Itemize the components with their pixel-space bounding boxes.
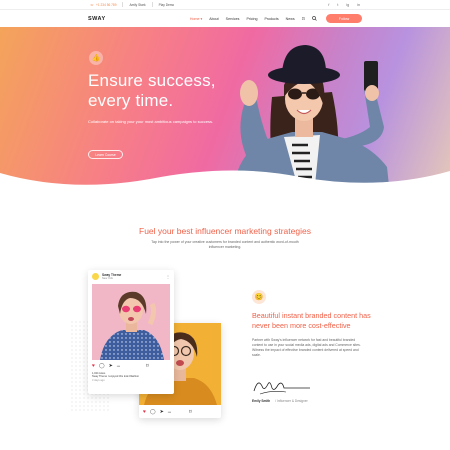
- hero-subtitle: Collaborate on taking your your most amb…: [88, 119, 214, 124]
- bookmark-icon[interactable]: ⌑: [189, 409, 192, 415]
- nav-item-about[interactable]: About: [209, 17, 218, 21]
- post-header: Sway Theme New York ⋮: [88, 270, 174, 283]
- nav-item-pricing[interactable]: Pricing: [246, 17, 257, 21]
- content-title: Beautiful instant branded content has ne…: [252, 311, 371, 330]
- post-1-actions: ♥ ◯ ➤ ••• ⌑: [92, 363, 149, 369]
- avatar[interactable]: [92, 273, 99, 280]
- author: Emily Smith / Influencer & Designer: [252, 399, 308, 403]
- thumbs-up-icon: 👍: [89, 51, 103, 65]
- top-bar: ☏ +1 234 56 789 Amily Stark Play Demo f …: [0, 0, 450, 9]
- separator: [122, 2, 124, 7]
- phone-number[interactable]: ☏ +1 234 56 789: [90, 3, 116, 7]
- share-icon[interactable]: ➤: [109, 363, 113, 369]
- comment-icon[interactable]: ◯: [99, 363, 105, 369]
- social-links: f t ig in: [328, 3, 360, 7]
- author-role: / Influencer & Designer: [275, 399, 308, 403]
- heart-icon[interactable]: ♥: [92, 363, 95, 369]
- post-time: 3 days ago: [92, 378, 105, 382]
- topbar-link-1[interactable]: Amily Stark: [129, 3, 145, 7]
- post-1-meta: 1,024 Likes Sway Theme I enjoyed this lo…: [92, 372, 170, 382]
- post-1-image: [92, 284, 170, 360]
- hero-section: 👍 Ensure success, every time. Collaborat…: [0, 27, 450, 195]
- section-title: Fuel your best influencer marketing stra…: [139, 226, 311, 236]
- post-location: New York: [102, 277, 113, 280]
- main-nav: Home ▾ About Services Pricing Products N…: [190, 15, 317, 22]
- content-text: Partner with Sway's influencer network f…: [252, 338, 361, 357]
- share-icon[interactable]: ➤: [160, 409, 164, 415]
- comment-icon[interactable]: ◯: [150, 409, 156, 415]
- cart-icon[interactable]: ⊡: [302, 16, 305, 21]
- separator: [151, 2, 153, 7]
- instagram-icon[interactable]: ig: [346, 3, 349, 7]
- nav-item-services[interactable]: Services: [226, 17, 240, 21]
- topbar-link-2[interactable]: Play Demo: [159, 3, 175, 7]
- author-name: Emily Smith: [252, 399, 271, 403]
- hero-wave: [0, 170, 450, 195]
- signature-image: [253, 382, 310, 395]
- instagram-post-1[interactable]: Sway Theme New York ⋮ ♥ ◯ ➤ ••• ⌑ 1,024 …: [88, 270, 174, 394]
- follow-button[interactable]: Follow: [326, 14, 362, 23]
- twitter-icon[interactable]: t: [337, 3, 338, 7]
- phone-icon: ☏: [90, 2, 94, 7]
- post-2-actions: ♥ ◯ ➤ ••• ⌑: [143, 409, 192, 415]
- section-subtitle: Tap into the power of your creative cust…: [151, 240, 299, 249]
- nav-item-products[interactable]: Products: [264, 17, 278, 21]
- linkedin-icon[interactable]: in: [357, 3, 360, 7]
- logo[interactable]: SWAY: [88, 16, 106, 22]
- facebook-icon[interactable]: f: [328, 3, 329, 7]
- smile-icon: 😊: [252, 290, 266, 304]
- more-icon[interactable]: •••: [117, 364, 120, 368]
- bookmark-icon[interactable]: ⌑: [146, 363, 149, 369]
- nav-item-home[interactable]: Home ▾: [190, 17, 202, 21]
- nav-item-news[interactable]: News: [286, 17, 295, 21]
- hero-title: Ensure success, every time.: [88, 71, 216, 110]
- more-options-icon[interactable]: ⋮: [166, 274, 170, 279]
- heart-icon[interactable]: ♥: [143, 409, 146, 415]
- navbar: SWAY Home ▾ About Services Pricing Produ…: [0, 10, 450, 27]
- search-icon[interactable]: [312, 15, 317, 22]
- more-icon[interactable]: •••: [168, 410, 171, 414]
